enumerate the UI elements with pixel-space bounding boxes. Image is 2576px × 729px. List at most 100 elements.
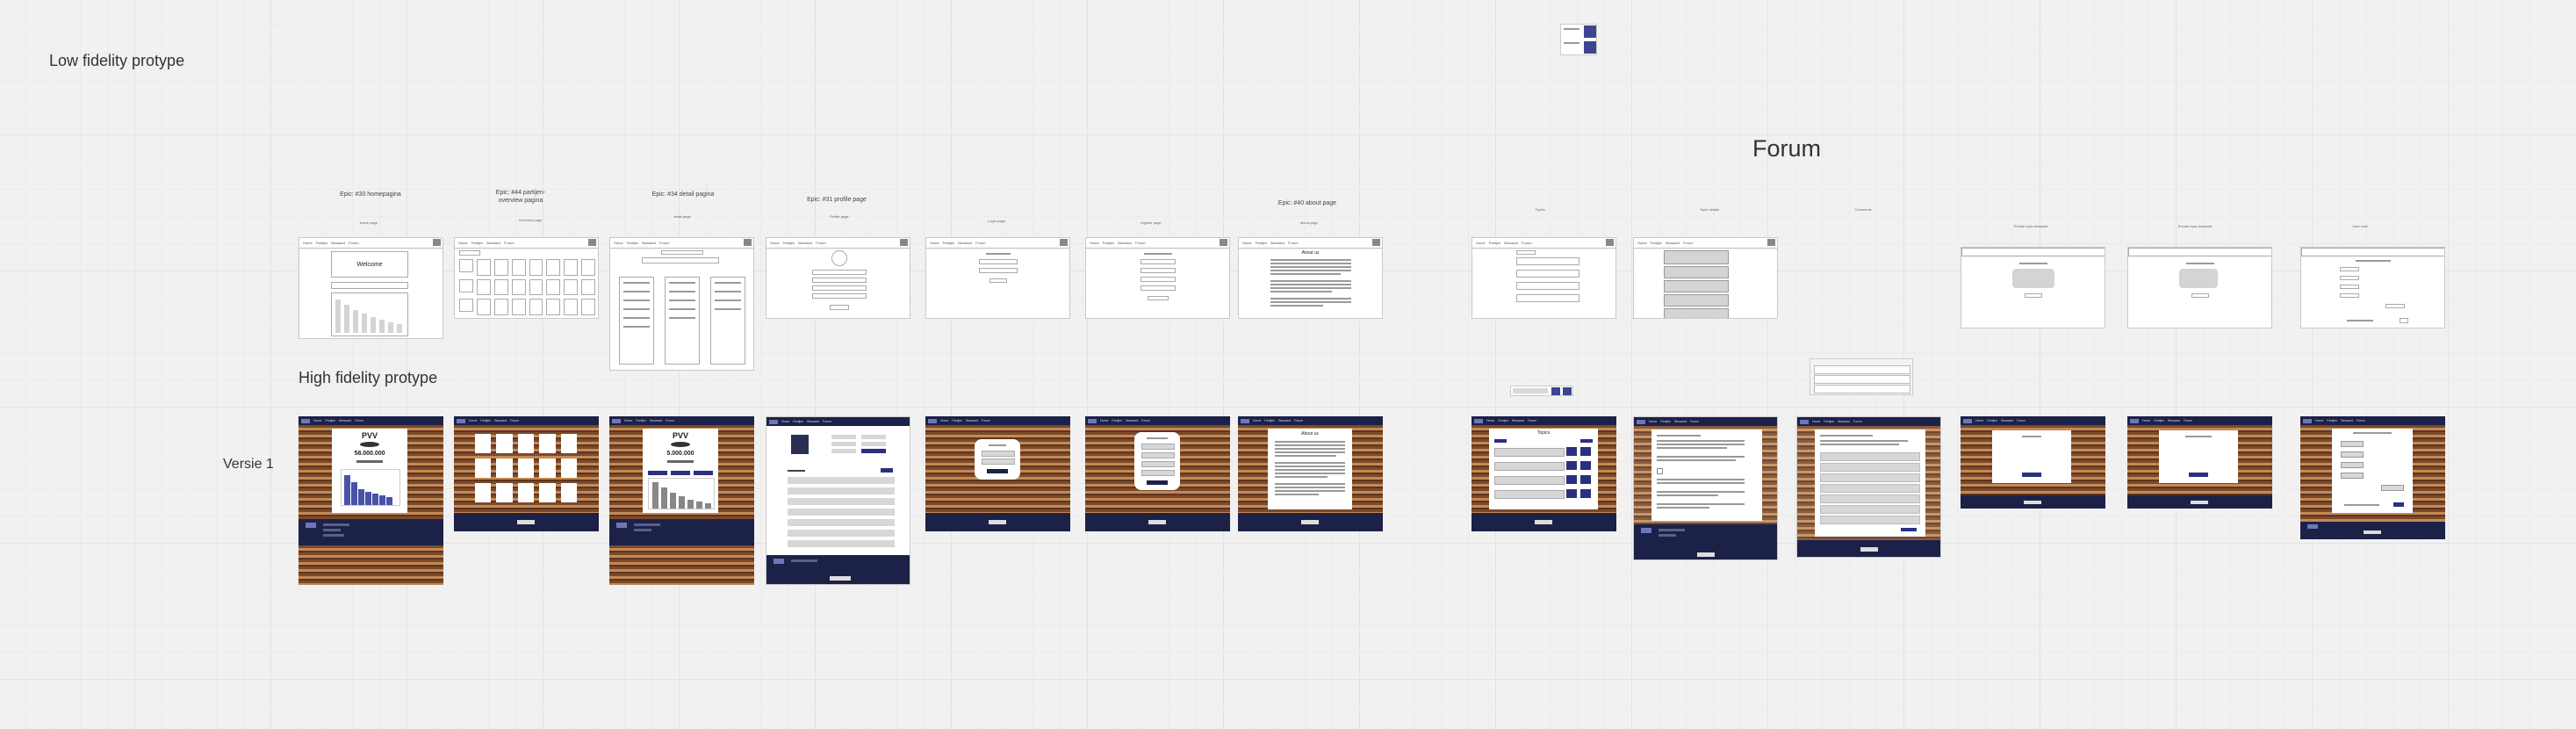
- filter-box[interactable]: [459, 250, 480, 256]
- logo-icon: [1637, 419, 1645, 424]
- save-button[interactable]: [830, 305, 849, 310]
- add-button[interactable]: [881, 468, 893, 473]
- login-button[interactable]: [989, 278, 1007, 283]
- frame-caption: Login page: [988, 219, 1005, 223]
- lowfi-nav: Home Partijen Bewaard Forum: [1086, 238, 1229, 249]
- menu-icon[interactable]: [433, 239, 441, 246]
- logo-icon: [612, 418, 621, 423]
- logo-icon: [769, 419, 778, 424]
- menu-icon[interactable]: [588, 239, 596, 246]
- register-card: [1134, 432, 1180, 490]
- user-chat-card: [2332, 429, 2413, 513]
- hifi-comments-frame: Home Partijen Bewaard Forum: [1796, 416, 1941, 558]
- username-field[interactable]: [982, 451, 1015, 457]
- filter-button[interactable]: [1494, 439, 1507, 443]
- logo-icon: [928, 418, 937, 423]
- bar-chart: [341, 469, 400, 506]
- nav-home[interactable]: Home: [303, 241, 313, 245]
- vote-count: 5.000.000: [666, 451, 694, 457]
- high-fidelity-label: High fidelity protype: [299, 369, 438, 386]
- epic-label: Epic: #30 homepagina: [340, 191, 401, 198]
- hifi-nav: Home Partijen Bewaard Forum: [299, 416, 443, 425]
- logo-icon: [1963, 418, 1972, 423]
- comments-card: [1815, 429, 1925, 537]
- topic-detail-card: [1651, 429, 1762, 521]
- password-field[interactable]: [979, 268, 1018, 273]
- logo-icon: [1800, 419, 1809, 424]
- menu-icon[interactable]: [744, 239, 752, 246]
- lowfi-profile-frame: Home Partijen Bewaard Forum: [766, 237, 910, 319]
- lowfi-nav: Home Partijen Bewaard Forum: [1472, 238, 1615, 249]
- lowfi-nav: Home Partijen Bewaard Forum: [926, 238, 1069, 249]
- hifi-homepage-frame: Home Partijen Bewaard Forum PVV 58.000.000: [299, 416, 443, 585]
- lowfi-login-frame: Home Partijen Bewaard Forum: [925, 237, 1070, 319]
- lowfi-nav: Home Partijen Bewaard Forum: [299, 238, 443, 249]
- nav-partijen[interactable]: Partijen: [316, 241, 328, 245]
- lowfi-about-frame: Home Partijen Bewaard Forum About us: [1238, 237, 1383, 319]
- chart-box: [331, 292, 408, 336]
- tab-button[interactable]: [648, 471, 667, 475]
- vote-count: 58.000.000: [354, 451, 385, 457]
- menu-icon[interactable]: [1220, 239, 1227, 246]
- menu-icon[interactable]: [900, 239, 908, 246]
- lowfi-private-topic-frame: [2127, 247, 2272, 328]
- logo-icon: [301, 418, 310, 423]
- epic-label: Epic: #31 profile page: [807, 197, 867, 203]
- private-topic-card: [1992, 430, 2071, 483]
- party-logo-icon: [360, 442, 379, 447]
- hifi-register-frame: Home Partijen Bewaard Forum: [1085, 416, 1230, 531]
- lowfi-topics-frame: Home Partijen Bewaard Forum: [1471, 237, 1616, 319]
- menu-icon[interactable]: [1606, 239, 1614, 246]
- epic-label: Epic: #44 partijen- overview pagina: [495, 190, 546, 204]
- tab-button[interactable]: [694, 471, 713, 475]
- new-topic-button[interactable]: [1580, 439, 1593, 443]
- hifi-about-frame: Home Partijen Bewaard Forum About us: [1238, 416, 1383, 531]
- private-topic-card: [2159, 430, 2238, 483]
- login-card: [975, 439, 1020, 480]
- party-detail-card: PVV 5.000.000: [643, 429, 718, 513]
- tab-button[interactable]: [671, 471, 690, 475]
- menu-icon[interactable]: [1767, 239, 1775, 246]
- post-comment-button[interactable]: [1901, 528, 1917, 531]
- hifi-private-topic-frame: Home Partijen Bewaard Forum: [2127, 416, 2272, 509]
- login-button[interactable]: [987, 469, 1008, 473]
- search-bar[interactable]: [331, 282, 408, 289]
- frame-caption: Topics: [1535, 207, 1545, 212]
- column-box: [665, 277, 700, 364]
- menu-icon[interactable]: [1372, 239, 1380, 246]
- register-button[interactable]: [1148, 296, 1169, 300]
- confirm-button[interactable]: [2022, 473, 2041, 477]
- column-box: [619, 277, 654, 364]
- logo-icon: [2130, 418, 2139, 423]
- send-button[interactable]: [2393, 502, 2404, 507]
- password-field[interactable]: [982, 458, 1015, 465]
- welcome-box: Welcome: [331, 251, 408, 278]
- logo-icon: [1088, 418, 1097, 423]
- frame-caption: User chat: [2352, 224, 2368, 228]
- lowfi-homepage-frame: Home Partijen Bewaard Forum Welcome: [299, 237, 443, 339]
- save-button[interactable]: [861, 449, 886, 453]
- epic-label: Epic: #40 about page: [1277, 200, 1337, 206]
- avatar: [791, 435, 809, 454]
- username-field[interactable]: [979, 259, 1018, 264]
- frame-caption: home page: [359, 220, 378, 225]
- epic-label: Epic: #34 detail pagina: [651, 191, 715, 198]
- lowfi-register-frame: Home Partijen Bewaard Forum: [1085, 237, 1230, 319]
- topics-title: Topics: [1536, 430, 1551, 436]
- lowfi-nav: Home Partijen Bewaard Forum: [1239, 238, 1382, 249]
- logo-icon: [1474, 418, 1483, 423]
- nav-bewaard[interactable]: Bewaard: [331, 241, 345, 245]
- avatar: [831, 250, 847, 266]
- frame-caption: Comments: [1854, 207, 1872, 212]
- forum-title: Forum: [1752, 135, 1822, 162]
- lowfi-nav: Home Partijen Bewaard Forum: [766, 238, 910, 249]
- party-card: PVV 58.000.000: [332, 429, 407, 513]
- logo-icon: [2303, 418, 2312, 423]
- floating-comment-component: [1810, 358, 1913, 395]
- confirm-button[interactable]: [2189, 473, 2208, 477]
- frame-caption: Private topic bewaard: [2013, 224, 2048, 228]
- hifi-topic-details-frame: Home Partijen Bewaard Forum: [1633, 416, 1778, 560]
- register-button[interactable]: [1147, 480, 1168, 485]
- nav-forum[interactable]: Forum: [349, 241, 359, 245]
- menu-icon[interactable]: [1060, 239, 1068, 246]
